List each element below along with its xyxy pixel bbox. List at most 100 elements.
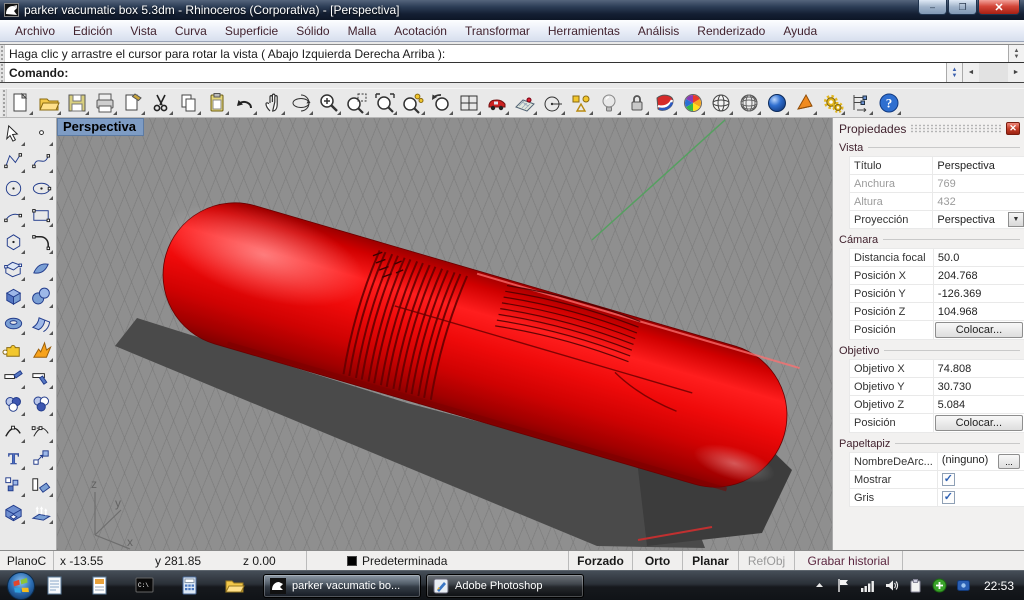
rotate-view-icon[interactable] xyxy=(289,91,313,115)
surface-from-points-icon[interactable] xyxy=(2,258,25,281)
command-prompt-icon[interactable]: C:\ xyxy=(134,575,155,596)
menu-transformar[interactable]: Transformar xyxy=(456,22,539,40)
rectangle-icon[interactable] xyxy=(30,204,53,227)
lamp-icon[interactable] xyxy=(597,91,621,115)
menu-superficie[interactable]: Superficie xyxy=(216,22,287,40)
menu-malla[interactable]: Malla xyxy=(339,22,386,40)
viewport-layout-icon[interactable] xyxy=(457,91,481,115)
block-instances-icon[interactable] xyxy=(2,474,25,497)
row-posz-value[interactable]: 104.968 xyxy=(933,303,1024,321)
curve-handles-icon[interactable] xyxy=(30,420,53,443)
curved-surface-icon[interactable] xyxy=(30,258,53,281)
cplane-pane[interactable]: PlanoC xyxy=(0,551,54,570)
proyeccion-select-value[interactable]: Perspectiva xyxy=(937,214,1008,226)
lock-objects-icon[interactable] xyxy=(625,91,649,115)
move-objects-icon[interactable] xyxy=(485,91,509,115)
analysis-direction-icon[interactable] xyxy=(793,91,817,115)
undo-icon[interactable] xyxy=(233,91,257,115)
help-icon[interactable]: ? xyxy=(877,91,901,115)
menu-ayuda[interactable]: Ayuda xyxy=(774,22,826,40)
wallpaper-browse-button[interactable]: ... xyxy=(998,454,1020,469)
antivirus-plus-icon[interactable] xyxy=(932,578,947,593)
ellipse-icon[interactable] xyxy=(30,177,53,200)
undo-view-change-icon[interactable] xyxy=(429,91,453,115)
zoom-extents-icon[interactable] xyxy=(373,91,397,115)
menu-herramientas[interactable]: Herramientas xyxy=(539,22,629,40)
circle-icon[interactable] xyxy=(2,177,25,200)
scroll-left-arrow[interactable]: ◄ xyxy=(963,63,979,82)
extrude-surface-icon[interactable] xyxy=(30,501,53,524)
row-objx-value[interactable]: 74.808 xyxy=(933,360,1024,378)
layer-color-swatch[interactable] xyxy=(347,556,357,566)
record-history-icon[interactable] xyxy=(849,91,873,115)
clipboard-sync-icon[interactable] xyxy=(908,578,923,593)
viewport-perspective[interactable]: Perspectiva xyxy=(57,118,832,550)
open-file-icon[interactable] xyxy=(37,91,61,115)
polyline-icon[interactable] xyxy=(2,150,25,173)
close-button[interactable]: ✕ xyxy=(978,0,1020,15)
row-objy-value[interactable]: 30.730 xyxy=(933,378,1024,396)
cut-icon[interactable] xyxy=(149,91,173,115)
polygon-icon[interactable] xyxy=(2,231,25,254)
zoom-window-icon[interactable] xyxy=(345,91,369,115)
circle-tool-icon[interactable] xyxy=(541,91,565,115)
taskbar-window-rhino[interactable]: parker vacumatic bo... xyxy=(263,574,421,598)
taskbar-clock[interactable]: 22:53 xyxy=(984,579,1014,593)
minimize-button[interactable]: – xyxy=(918,0,947,15)
network-signal-icon[interactable] xyxy=(860,578,875,593)
box-3d-icon[interactable] xyxy=(2,285,25,308)
orto-toggle[interactable]: Orto xyxy=(633,551,683,570)
menu-analisis[interactable]: Análisis xyxy=(629,22,688,40)
object-snap-icon[interactable] xyxy=(569,91,593,115)
action-center-flag-icon[interactable] xyxy=(836,578,851,593)
row-focal-value[interactable]: 50.0 xyxy=(933,249,1024,267)
interpolate-curve-icon[interactable] xyxy=(30,150,53,173)
menu-edicion[interactable]: Edición xyxy=(64,22,121,40)
explode-burst-icon[interactable] xyxy=(30,339,53,362)
pan-view-icon[interactable] xyxy=(261,91,285,115)
calculator-icon[interactable] xyxy=(179,575,200,596)
single-point-icon[interactable] xyxy=(30,123,53,146)
taskbar-window-photoshop[interactable]: Adobe Photoshop xyxy=(426,574,584,598)
notepad-icon[interactable] xyxy=(44,575,65,596)
save-file-icon[interactable] xyxy=(65,91,89,115)
gris-checkbox[interactable]: ✓ xyxy=(942,491,955,504)
restore-button[interactable]: ❐ xyxy=(948,0,977,15)
shaded-viewport-icon[interactable] xyxy=(653,91,677,115)
forzado-toggle[interactable]: Forzado xyxy=(569,551,633,570)
menu-curva[interactable]: Curva xyxy=(166,22,216,40)
blue-app-icon[interactable] xyxy=(956,578,971,593)
arc-icon[interactable] xyxy=(2,204,25,227)
sweep-surface-icon[interactable] xyxy=(30,312,53,335)
menu-acotacion[interactable]: Acotación xyxy=(385,22,456,40)
panel-close-button[interactable]: ✕ xyxy=(1006,122,1020,135)
planar-toggle[interactable]: Planar xyxy=(683,551,739,570)
mostrar-checkbox[interactable]: ✓ xyxy=(942,473,955,486)
layer-pane[interactable]: Predeterminada xyxy=(307,551,569,570)
solid-box-icon[interactable] xyxy=(2,501,25,524)
show-hidden-icons[interactable] xyxy=(812,578,827,593)
options-gear-icon[interactable] xyxy=(821,91,845,115)
zoom-in-icon[interactable] xyxy=(317,91,341,115)
scroll-right-arrow[interactable]: ► xyxy=(1008,63,1024,82)
boolean-union-icon[interactable] xyxy=(2,393,25,416)
torus-icon[interactable] xyxy=(2,312,25,335)
boolean-difference-icon[interactable] xyxy=(30,393,53,416)
move-scale-icon[interactable] xyxy=(30,447,53,470)
copy-icon[interactable] xyxy=(177,91,201,115)
viewport-canvas[interactable]: z y x xyxy=(57,118,832,550)
viewport-title-label[interactable]: Perspectiva xyxy=(57,118,144,136)
adjust-curve-icon[interactable] xyxy=(2,420,25,443)
fillet-corner-icon[interactable] xyxy=(30,231,53,254)
menu-renderizado[interactable]: Renderizado xyxy=(688,22,774,40)
refobj-toggle[interactable]: RefObj xyxy=(739,551,795,570)
orient-on-surface-icon[interactable] xyxy=(30,474,53,497)
row-posx-value[interactable]: 204.768 xyxy=(933,267,1024,285)
zoom-selected-icon[interactable] xyxy=(401,91,425,115)
spheres-boolean-icon[interactable] xyxy=(30,285,53,308)
volume-icon[interactable] xyxy=(884,578,899,593)
paste-icon[interactable] xyxy=(205,91,229,115)
explorer-folder-icon[interactable] xyxy=(224,575,245,596)
wordpad-icon[interactable] xyxy=(89,575,110,596)
command-scrollbar[interactable]: ◄ ► xyxy=(962,63,1024,82)
